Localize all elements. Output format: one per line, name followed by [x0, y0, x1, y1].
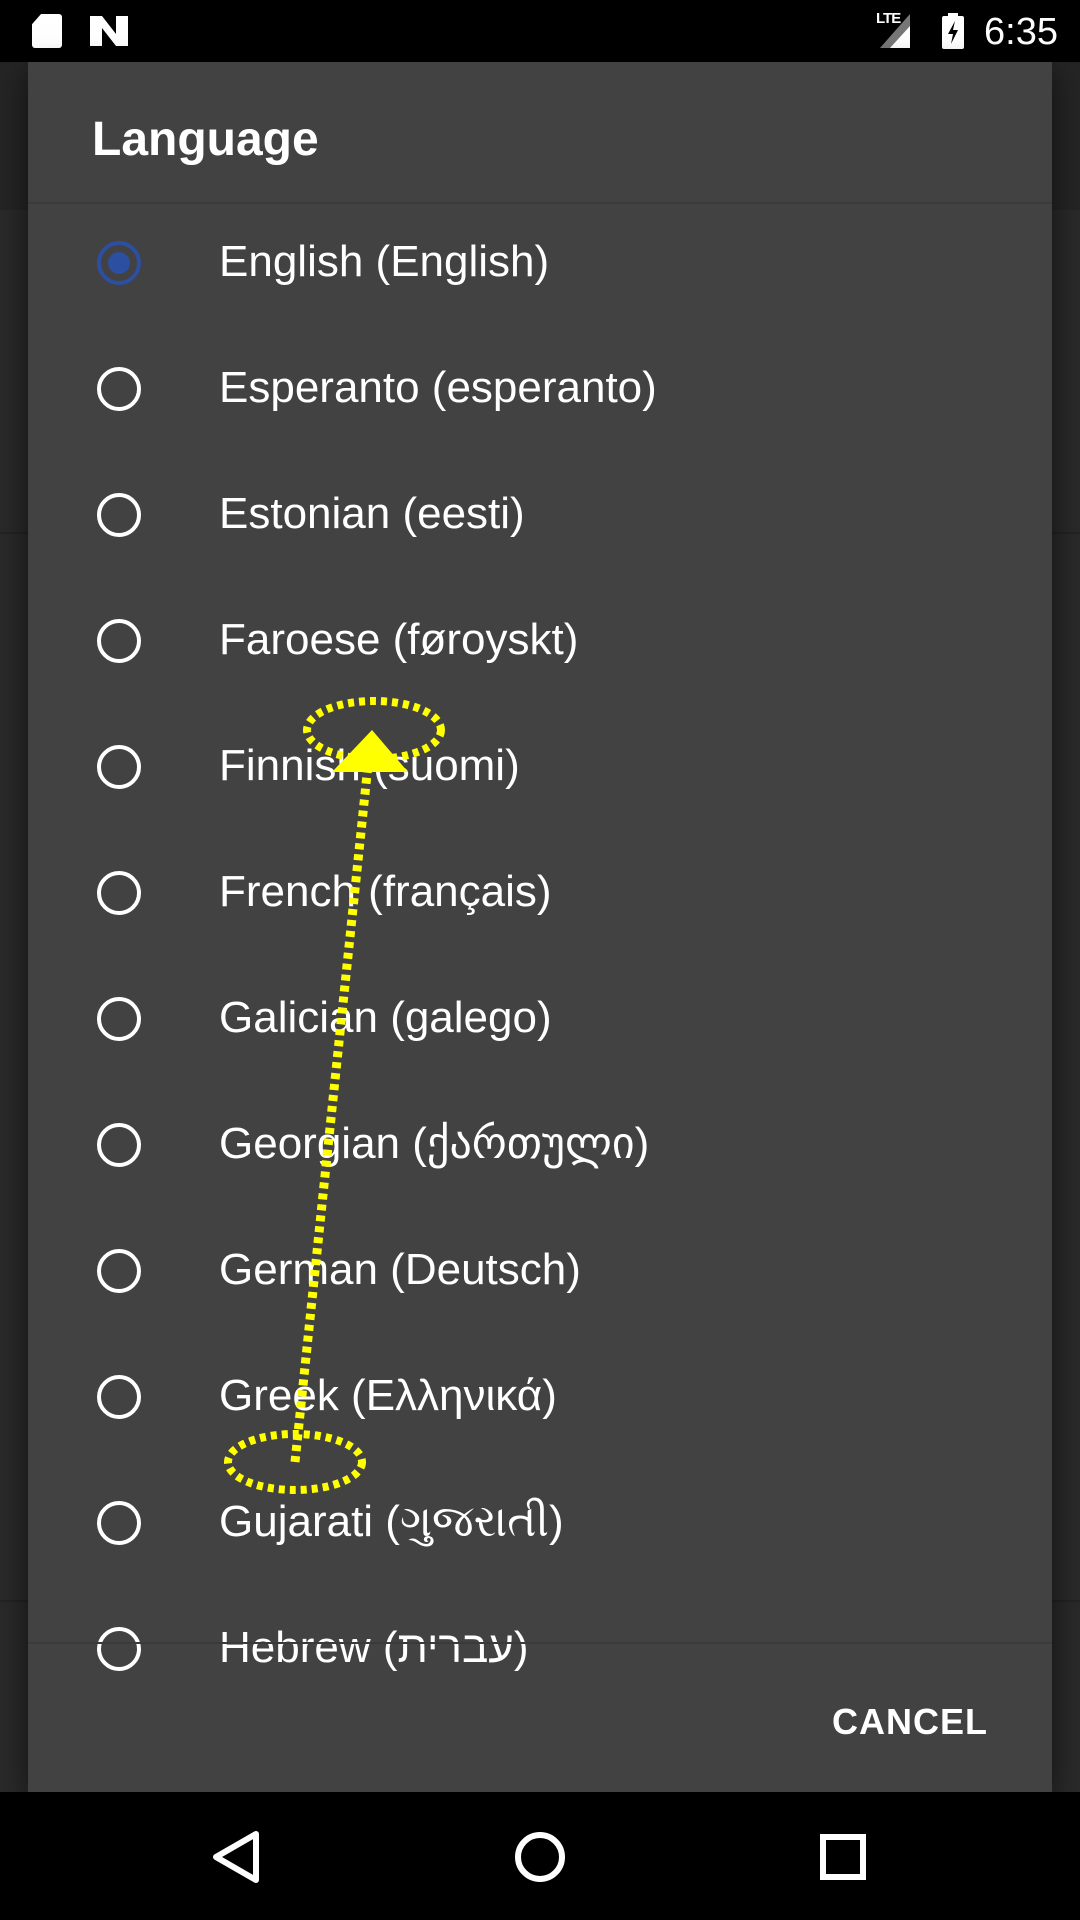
- recents-square-icon[interactable]: [808, 1822, 878, 1892]
- language-option[interactable]: English (English): [28, 204, 1052, 330]
- battery-charging-icon: [942, 13, 964, 49]
- radio-button[interactable]: [97, 619, 141, 663]
- status-clock: 6:35: [984, 11, 1058, 53]
- language-option[interactable]: Greek (Ελληνικά): [28, 1338, 1052, 1464]
- radio-button[interactable]: [97, 997, 141, 1041]
- language-option-label: Greek (Ελληνικά): [219, 1371, 557, 1420]
- language-option-label: Esperanto (esperanto): [219, 363, 657, 412]
- actions-divider: [28, 1642, 1052, 1644]
- dialog-title: Language: [92, 113, 319, 166]
- language-option-label: Georgian (ქართული): [219, 1119, 650, 1168]
- language-list[interactable]: English (English) Esperanto (esperanto) …: [28, 204, 1052, 1704]
- language-option[interactable]: Finnish (suomi): [28, 708, 1052, 834]
- sd-card-icon: [32, 14, 62, 48]
- language-option-label: Faroese (føroyskt): [219, 615, 579, 664]
- language-option-label: Estonian (eesti): [219, 489, 525, 538]
- language-option-label: Galician (galego): [219, 993, 552, 1042]
- radio-button[interactable]: [97, 1501, 141, 1545]
- language-option[interactable]: German (Deutsch): [28, 1212, 1052, 1338]
- radio-button[interactable]: [97, 493, 141, 537]
- language-option-label: German (Deutsch): [219, 1245, 581, 1294]
- radio-button[interactable]: [97, 1249, 141, 1293]
- language-dialog: Language English (English) Esperanto (es…: [28, 62, 1052, 1792]
- language-option[interactable]: Esperanto (esperanto): [28, 330, 1052, 456]
- status-bar: LTE 6:35: [0, 0, 1080, 62]
- radio-button[interactable]: [97, 367, 141, 411]
- language-option[interactable]: Georgian (ქართული): [28, 1086, 1052, 1212]
- radio-button[interactable]: [97, 871, 141, 915]
- language-option-label: French (français): [219, 867, 552, 916]
- language-option[interactable]: Faroese (føroyskt): [28, 582, 1052, 708]
- home-circle-icon[interactable]: [505, 1822, 575, 1892]
- radio-button-checked[interactable]: [97, 241, 141, 285]
- language-option[interactable]: Galician (galego): [28, 960, 1052, 1086]
- language-option[interactable]: Hebrew (עברית): [28, 1590, 1052, 1704]
- radio-button[interactable]: [97, 1123, 141, 1167]
- language-option-label: Finnish (suomi): [219, 741, 520, 790]
- signal-icon: [880, 14, 910, 48]
- radio-button[interactable]: [97, 1375, 141, 1419]
- language-option-label: Hebrew (עברית): [219, 1623, 529, 1672]
- back-triangle-icon[interactable]: [202, 1822, 272, 1892]
- language-option-label: Gujarati (ગુજરાતી): [219, 1497, 564, 1546]
- language-option-label: English (English): [219, 237, 550, 286]
- language-option[interactable]: Estonian (eesti): [28, 456, 1052, 582]
- radio-button[interactable]: [97, 1627, 141, 1671]
- language-option[interactable]: Gujarati (ગુજરાતી): [28, 1464, 1052, 1590]
- radio-button[interactable]: [97, 745, 141, 789]
- n-notification-icon: [90, 16, 128, 46]
- navigation-bar: [0, 1792, 1080, 1920]
- cancel-button[interactable]: CANCEL: [828, 1692, 992, 1752]
- language-option[interactable]: French (français): [28, 834, 1052, 960]
